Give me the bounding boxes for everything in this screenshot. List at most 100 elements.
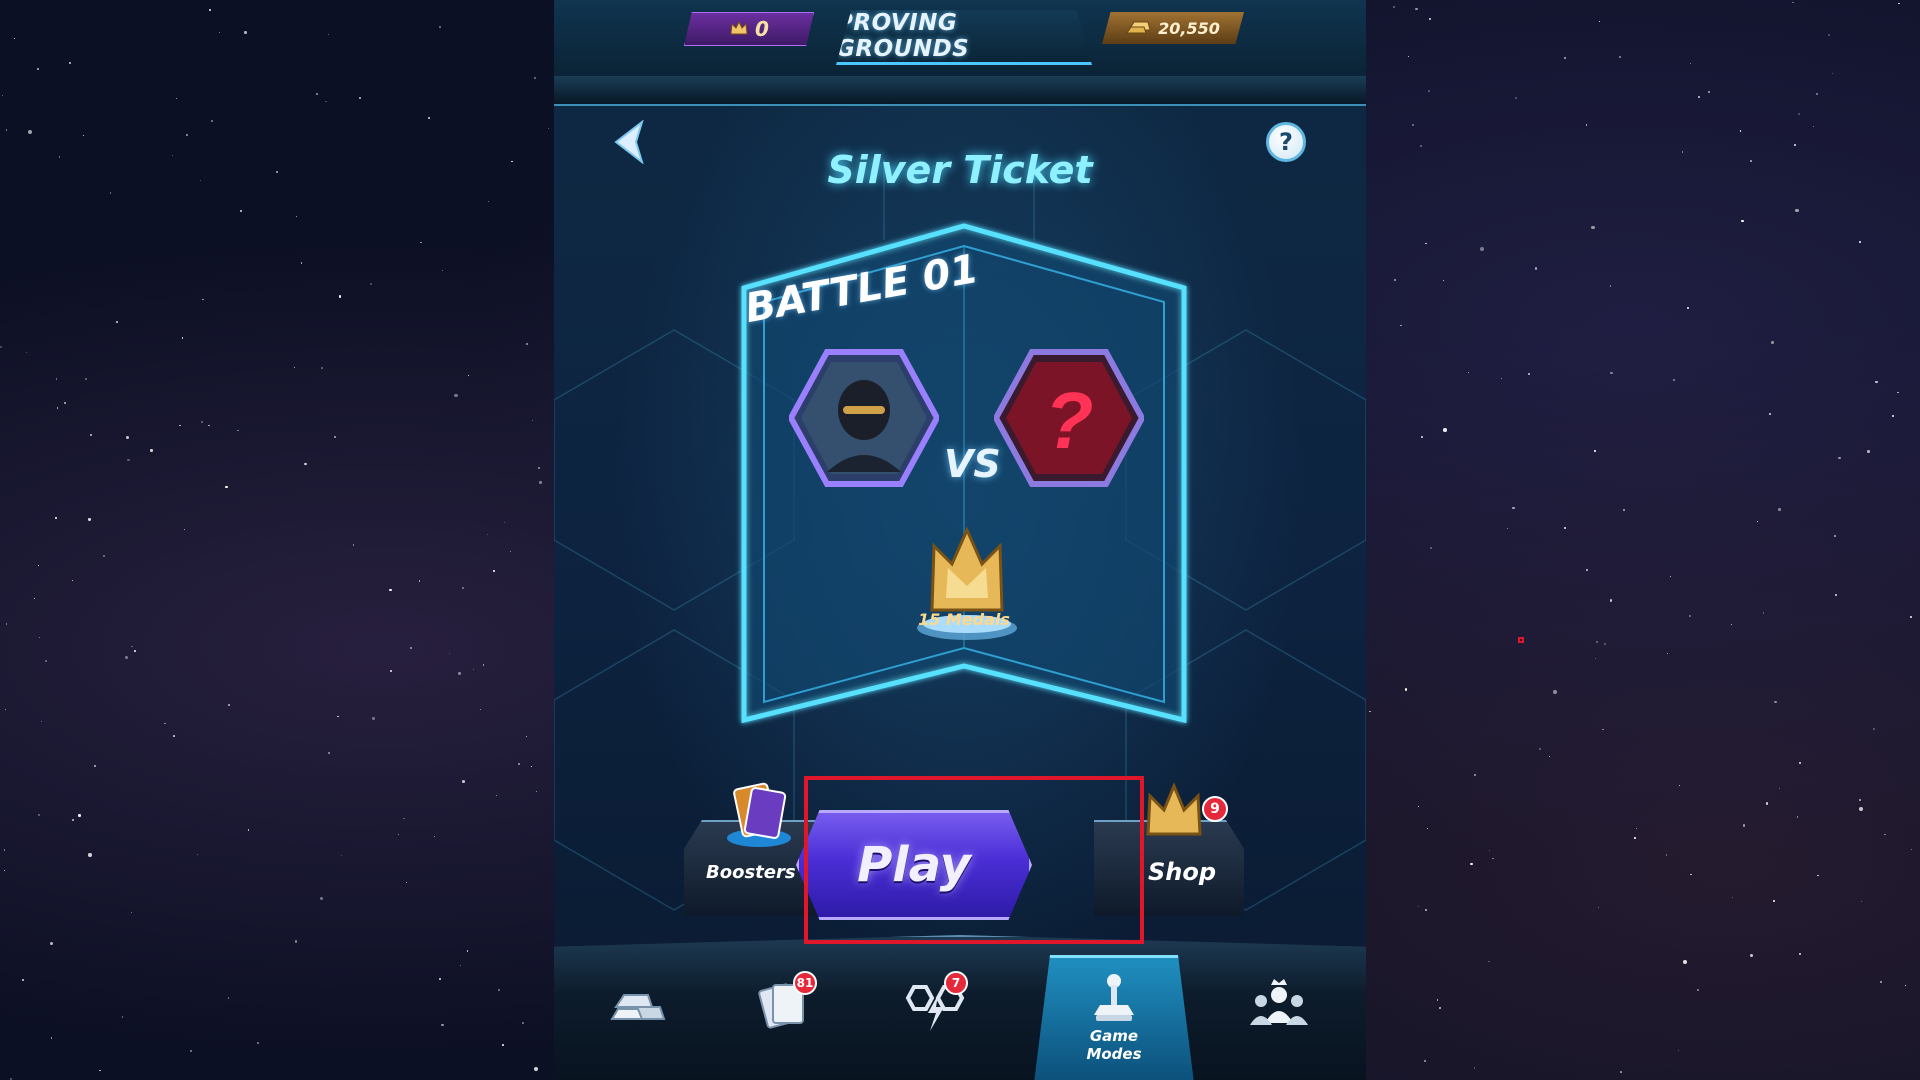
unknown-opponent-portrait[interactable]: ? bbox=[994, 348, 1144, 488]
title-plate: PROVING GROUNDS bbox=[836, 10, 1092, 65]
nav-item-teams[interactable]: 7 bbox=[880, 971, 990, 1077]
star bbox=[472, 669, 475, 671]
star bbox=[103, 555, 106, 558]
star bbox=[398, 833, 400, 835]
star bbox=[197, 853, 199, 856]
star bbox=[1622, 509, 1625, 512]
star bbox=[1891, 414, 1895, 418]
star bbox=[1408, 56, 1410, 58]
star bbox=[1768, 412, 1771, 416]
medal-count: 0 bbox=[755, 17, 769, 41]
star bbox=[1681, 151, 1683, 153]
star bbox=[1771, 341, 1774, 344]
star bbox=[409, 647, 413, 650]
star bbox=[1673, 379, 1676, 382]
game-modes-label-line2: Modes bbox=[1086, 1045, 1142, 1063]
star bbox=[1859, 807, 1864, 811]
star bbox=[1602, 728, 1605, 731]
star bbox=[493, 570, 495, 573]
star bbox=[175, 97, 178, 100]
star bbox=[1586, 569, 1588, 572]
star bbox=[130, 911, 133, 913]
star bbox=[1418, 906, 1420, 908]
star bbox=[1678, 784, 1680, 786]
star bbox=[1492, 857, 1495, 860]
question-mark-icon: ? bbox=[1045, 376, 1094, 465]
star bbox=[1861, 900, 1863, 902]
star bbox=[219, 32, 221, 34]
star bbox=[1443, 279, 1445, 281]
star bbox=[244, 31, 247, 34]
star bbox=[179, 425, 181, 427]
star bbox=[320, 897, 324, 901]
star bbox=[1798, 112, 1801, 115]
star bbox=[99, 1069, 101, 1072]
star bbox=[453, 393, 458, 398]
star bbox=[190, 1050, 193, 1053]
star bbox=[1539, 747, 1542, 751]
star bbox=[71, 580, 73, 582]
star bbox=[441, 1023, 444, 1027]
star bbox=[1404, 688, 1408, 691]
star bbox=[1873, 727, 1876, 730]
star bbox=[1682, 960, 1687, 964]
star bbox=[488, 201, 490, 203]
nav-item-game-modes[interactable]: Game Modes bbox=[1059, 971, 1169, 1071]
star bbox=[1473, 1066, 1476, 1069]
star bbox=[1603, 642, 1606, 645]
star bbox=[1420, 435, 1424, 439]
vs-label: VS bbox=[944, 442, 1001, 486]
star bbox=[1799, 953, 1802, 955]
star bbox=[533, 1066, 538, 1071]
star bbox=[420, 241, 422, 243]
gold-bar-icon bbox=[1126, 18, 1152, 38]
star bbox=[1859, 799, 1861, 801]
star bbox=[1816, 93, 1818, 95]
star bbox=[202, 299, 204, 301]
cursor-marker bbox=[1518, 637, 1524, 643]
star bbox=[1400, 324, 1402, 327]
star bbox=[4, 708, 7, 711]
star bbox=[1563, 56, 1566, 59]
star bbox=[248, 829, 250, 831]
shop-notification-badge: 9 bbox=[1202, 796, 1228, 822]
play-label: Play bbox=[857, 837, 971, 893]
star bbox=[56, 407, 59, 410]
star bbox=[328, 751, 331, 754]
star bbox=[1688, 614, 1692, 618]
star bbox=[479, 708, 482, 711]
play-button[interactable]: Play bbox=[796, 810, 1032, 920]
star bbox=[1415, 7, 1418, 10]
star bbox=[116, 320, 118, 323]
star bbox=[1425, 908, 1428, 911]
star bbox=[121, 1016, 123, 1018]
star bbox=[530, 765, 532, 767]
star bbox=[439, 978, 441, 981]
star bbox=[1511, 506, 1515, 510]
nav-item-cards[interactable]: 81 bbox=[729, 971, 839, 1077]
star bbox=[1507, 527, 1509, 530]
star bbox=[1489, 849, 1491, 852]
star bbox=[1429, 546, 1432, 549]
star bbox=[533, 76, 537, 80]
nav-item-alliance[interactable] bbox=[1224, 977, 1334, 1077]
star bbox=[525, 736, 527, 738]
hero-portrait[interactable] bbox=[789, 348, 939, 488]
nav-item-gold[interactable] bbox=[584, 977, 694, 1077]
star bbox=[339, 295, 342, 298]
star bbox=[5, 622, 8, 625]
bottom-nav: 81 7 Game Modes bbox=[554, 935, 1366, 1080]
star bbox=[1741, 220, 1744, 223]
star bbox=[1585, 124, 1588, 126]
star bbox=[327, 33, 329, 35]
star bbox=[294, 940, 297, 943]
star bbox=[370, 282, 372, 285]
star bbox=[1619, 56, 1621, 58]
star bbox=[44, 659, 47, 662]
star bbox=[526, 343, 528, 345]
star bbox=[1708, 91, 1710, 93]
star bbox=[1792, 1, 1794, 4]
star bbox=[125, 656, 128, 659]
star bbox=[1393, 278, 1396, 281]
star bbox=[334, 435, 337, 439]
